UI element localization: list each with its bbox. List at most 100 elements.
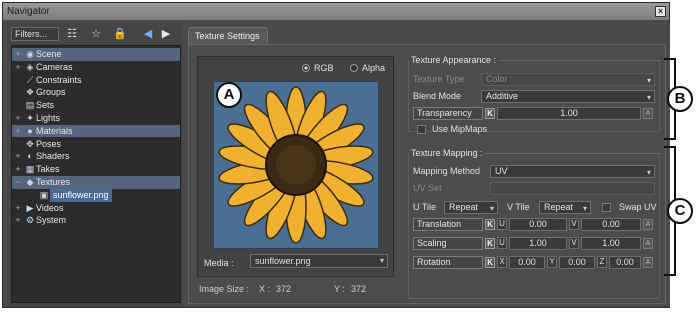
filters-button[interactable]: Filters...	[11, 27, 59, 41]
forward-arrow-icon[interactable]: ▶	[159, 27, 173, 41]
tree-node[interactable]: + ● Materials	[12, 124, 180, 138]
tab-texture-settings[interactable]: Texture Settings	[188, 27, 268, 44]
close-button[interactable]: ×	[655, 6, 666, 17]
sunflower-image	[218, 86, 374, 244]
transparency-input[interactable]: 1.00	[497, 107, 641, 120]
media-select[interactable]: sunflower.png ▾	[250, 254, 388, 268]
mapping-method-label: Mapping Method	[413, 166, 481, 176]
list-view-icon[interactable]: ☷	[65, 27, 79, 41]
tree-node[interactable]: + ▦ Takes	[12, 163, 180, 176]
tree-node[interactable]: + ✦ Lights	[12, 112, 180, 125]
callout-a: A	[216, 82, 242, 108]
z-axis-label: Z	[597, 256, 607, 268]
tree-node[interactable]: ▤ Sets	[12, 99, 180, 112]
alpha-label: Alpha	[362, 63, 386, 73]
tree-node-label: Poses	[36, 138, 62, 149]
group-icon: ❖	[25, 87, 35, 98]
expander-toggle[interactable]: +	[12, 163, 24, 176]
texture-appearance-title: Texture Appearance :	[411, 55, 497, 65]
expander-toggle[interactable]: +	[12, 214, 24, 227]
transparency-anim-button[interactable]: A	[643, 108, 653, 119]
chevron-down-icon: ▾	[646, 93, 651, 102]
callout-b: B	[667, 86, 693, 112]
lock-icon[interactable]: 🔒	[113, 27, 127, 41]
rotation-key-button[interactable]: K	[485, 257, 495, 268]
tree-node[interactable]: − ◆ Textures	[12, 176, 180, 189]
rgb-radio[interactable]: RGB	[302, 63, 334, 75]
rgb-label: RGB	[314, 63, 334, 73]
image-icon: ▣	[39, 189, 49, 200]
translation-u-input[interactable]: 0.00	[509, 218, 567, 231]
expander-toggle[interactable]: +	[12, 125, 24, 138]
uv-set-label: UV Set	[413, 183, 442, 193]
alpha-radio[interactable]: Alpha	[350, 63, 385, 75]
texture-icon: ◆	[26, 177, 34, 187]
swap-uv-checkbox[interactable]	[602, 203, 611, 212]
scaling-anim-button[interactable]: A	[643, 238, 653, 249]
u-axis-label: U	[497, 237, 507, 249]
blend-mode-select[interactable]: Additive ▾	[481, 90, 655, 103]
chevron-down-icon: ▾	[582, 204, 587, 213]
favorite-filter-icon[interactable]: ☆	[89, 27, 103, 41]
camera-icon: ◈	[26, 61, 34, 72]
scene-tree[interactable]: + ◉ Scene + ◈ Cameras ⟋ Constraints ❖ Groups ▤ Sets…	[11, 45, 181, 303]
tree-node[interactable]: ✥ Poses	[12, 138, 180, 151]
image-size-x-value: 372	[276, 284, 292, 294]
window-titlebar[interactable]: Navigator ×	[3, 3, 669, 20]
tree-node[interactable]: ❖ Groups	[12, 86, 180, 99]
tree-node-label: sunflower.png	[50, 188, 112, 202]
translation-v-input[interactable]: 0.00	[581, 218, 641, 231]
scene-browser-panel: Filters... ☷ ☆ 🔒 ◀ ▶ + ◉ Scene + ◈ Cameras ⟋ Co…	[7, 23, 183, 307]
rotation-z-input[interactable]: 0.00	[609, 256, 641, 269]
expander-toggle[interactable]: +	[12, 150, 24, 163]
back-arrow-icon[interactable]: ◀	[141, 27, 155, 41]
texture-preview-image	[213, 81, 379, 249]
v-tile-select[interactable]: Repeat ▾	[539, 201, 591, 214]
tree-node-label: Shaders	[36, 151, 70, 162]
rotation-anim-button[interactable]: A	[643, 257, 653, 268]
v-tile-value: Repeat	[544, 202, 574, 212]
set-icon: ▤	[25, 100, 35, 111]
image-size-x-label: X :	[259, 284, 271, 294]
radio-on-icon	[302, 64, 310, 72]
tree-node[interactable]: ⟋ Constraints	[12, 74, 180, 87]
tree-node[interactable]: ▣ sunflower.png	[26, 188, 146, 202]
radio-off-icon	[350, 64, 358, 72]
tree-node[interactable]: + ◈ Cameras	[12, 61, 180, 74]
scaling-key-button[interactable]: K	[485, 238, 495, 249]
light-icon: ✦	[26, 113, 34, 123]
scaling-label: Scaling	[413, 237, 483, 250]
mapping-method-select[interactable]: UV ▾	[490, 165, 655, 178]
tree-node-label: Cameras	[36, 61, 73, 72]
tree-node-label: Videos	[36, 202, 64, 213]
shader-icon: ◐	[27, 151, 33, 162]
scaling-v-input[interactable]: 1.00	[581, 237, 641, 250]
rotation-y-input[interactable]: 0.00	[559, 256, 595, 269]
scaling-u-input[interactable]: 1.00	[509, 237, 567, 250]
use-mipmaps-checkbox[interactable]	[417, 125, 426, 134]
tree-node[interactable]: + ▶ Videos	[12, 202, 180, 215]
transparency-key-button[interactable]: K	[485, 108, 495, 119]
expander-toggle[interactable]: +	[12, 202, 24, 215]
expander-toggle[interactable]: −	[12, 176, 24, 189]
v-axis-label: V	[569, 237, 579, 249]
translation-anim-button[interactable]: A	[643, 219, 653, 230]
use-mipmaps-label: Use MipMaps	[432, 124, 488, 134]
expander-toggle[interactable]: +	[12, 112, 24, 125]
tree-toolbar: Filters... ☷ ☆ 🔒 ◀ ▶	[9, 25, 181, 43]
rotation-x-input[interactable]: 0.00	[509, 256, 545, 269]
u-tile-select[interactable]: Repeat ▾	[444, 201, 498, 214]
texture-type-select[interactable]: Color ▾	[481, 73, 655, 86]
tree-node[interactable]: + ⚙ System	[12, 214, 180, 227]
expander-toggle[interactable]: +	[12, 61, 24, 74]
tree-node[interactable]: + ◉ Scene	[12, 48, 180, 61]
system-icon: ⚙	[25, 215, 35, 226]
window-title: Navigator	[7, 6, 50, 17]
tree-node-label: Groups	[36, 87, 66, 98]
pose-icon: ✥	[26, 138, 34, 149]
expander-toggle[interactable]: +	[12, 48, 24, 61]
uv-set-input[interactable]	[490, 182, 655, 195]
translation-key-button[interactable]: K	[485, 219, 495, 230]
tree-node[interactable]: + ◐ Shaders	[12, 150, 180, 163]
texture-settings-content: RGB Alpha Media: sunflower.png ▾ Image …	[188, 44, 666, 304]
